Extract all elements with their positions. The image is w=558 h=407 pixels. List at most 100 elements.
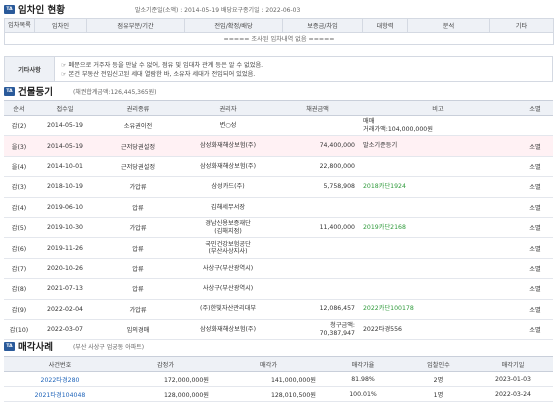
bldg-kind: 임의경매 <box>96 319 180 341</box>
bldg-kind: 압류 <box>96 278 180 300</box>
bldg-kind: 압류 <box>96 237 180 259</box>
bldg-amount: 5,758,908 <box>276 176 359 198</box>
auc-col-price: 매각가 <box>215 356 322 372</box>
tenant-col-etc: 기타 <box>489 18 554 33</box>
table-row: 갑(6) 2019-11-26 압류 국민건강보험공단 (부산사상지사) 소멸 <box>4 237 553 259</box>
auc-col-appraisal: 감정가 <box>116 356 215 372</box>
bldg-kind: 근저당권설정 <box>96 156 180 178</box>
bldg-kind: 압류 <box>96 258 180 280</box>
table-row: 갑(5) 2019-10-30 가압류 경남신용보증재단 (김해지점) 11,400,00… <box>4 217 553 239</box>
auc-rate: 100.01% <box>322 386 404 402</box>
auc-col-case: 사건번호 <box>4 356 116 372</box>
bldg-date: 2014-05-19 <box>34 115 96 137</box>
bldg-kind: 근저당권설정 <box>96 135 180 157</box>
bldg-col-amount: 채권금액 <box>276 100 359 116</box>
tenant-col-analysis: 분석 <box>407 18 490 33</box>
bldg-amount: 22,800,000 <box>276 156 359 178</box>
ta-logo-icon: TA <box>4 341 15 351</box>
bldg-amount: 11,400,000 <box>276 217 359 239</box>
bldg-ext: 소멸 <box>517 197 553 218</box>
bldg-note: 2022타경556 <box>359 319 517 341</box>
building-title: 건물등기 <box>18 87 53 98</box>
bldg-note: 매매 거래가액:104,000,000원 <box>359 115 517 137</box>
building-section-title: TA 건물등기 (채권합계금액:126,445,365원) <box>4 84 156 98</box>
bldg-date: 2022-03-07 <box>34 319 96 341</box>
bldg-amount: 74,400,000 <box>276 135 359 157</box>
table-row: 2022타경280 172,000,000원 141,000,000원 81.98% 2… <box>4 371 553 387</box>
table-row: 2021타경104048 128,000,000원 128,010,500원 100.… <box>4 386 553 402</box>
bldg-amount <box>276 197 359 218</box>
tenant-table: 임차목록 임차인 점유부분/기간 전입/확정/배당 보증금/차임 대항력 분석 … <box>4 18 554 45</box>
bldg-ext: 소멸 <box>517 217 553 239</box>
bldg-seq: 갑(7) <box>4 258 34 280</box>
table-row: 을(4) 2014-10-01 근저당권설정 삼성화재해상보험(주) 22,800,00… <box>4 156 553 178</box>
bldg-note[interactable]: 2019카단2168 <box>359 217 517 239</box>
tenant-section-title: TA 임차인 현황 말소기준일(소액) : 2014-05-19 배당요구종기일… <box>4 2 300 16</box>
bldg-holder: 사상구(부산광역시) <box>180 278 276 300</box>
tenant-dates: 말소기준일(소액) : 2014-05-19 배당요구종기일 : 2022-06… <box>135 6 301 14</box>
bldg-ext: 소멸 <box>517 299 553 320</box>
auction-table: 사건번호 감정가 매각가 매각가율 입찰인수 매각기일 2022타경280 172… <box>4 356 553 402</box>
bldg-ext: 소멸 <box>517 176 553 198</box>
auction-title: 매각사례 <box>18 342 53 353</box>
tenant-col-move-in: 전입/확정/배당 <box>184 18 283 33</box>
table-row: 갑(7) 2020-10-26 압류 사상구(부산광역시) 소멸 <box>4 258 553 280</box>
bldg-date: 2020-10-26 <box>34 258 96 280</box>
bldg-holder: (주)한빛자산관리대부 <box>180 299 276 320</box>
tenant-title: 임차인 현황 <box>18 5 66 16</box>
bldg-col-note: 비고 <box>359 100 517 116</box>
bldg-seq: 갑(10) <box>4 319 34 341</box>
auc-col-rate: 매각가율 <box>322 356 404 372</box>
auc-bidders: 2명 <box>404 371 473 387</box>
auction-subtitle: (부산 사상구 엄궁동 아파트) <box>72 343 145 351</box>
bldg-amount <box>276 258 359 280</box>
auc-appraisal: 128,000,000원 <box>116 386 215 402</box>
bldg-kind: 소유권이전 <box>96 115 180 137</box>
auc-appraisal: 172,000,000원 <box>116 371 215 387</box>
bldg-seq: 을(3) <box>4 135 34 157</box>
auc-case-link[interactable]: 2022타경280 <box>4 371 116 387</box>
bldg-holder: 김해세무서장 <box>180 197 276 218</box>
bldg-ext: 소멸 <box>517 258 553 280</box>
bldg-seq: 갑(4) <box>4 197 34 218</box>
bldg-note <box>359 258 517 280</box>
auc-case-link[interactable]: 2021타경104048 <box>4 386 116 402</box>
table-row: 갑(4) 2019-06-10 압류 김해세무서장 소멸 <box>4 197 553 218</box>
tenant-col-name: 임차인 <box>34 18 87 33</box>
building-summary: (채권합계금액:126,445,365원) <box>72 88 157 96</box>
bldg-date: 2014-10-01 <box>34 156 96 178</box>
bldg-seq: 을(4) <box>4 156 34 178</box>
tenant-empty-note: ===== 조사된 임차내역 없음 ===== <box>4 32 554 45</box>
bldg-holder: 삼성화재해상보험(주) <box>180 156 276 178</box>
bldg-date: 2019-10-30 <box>34 217 96 239</box>
bldg-seq: 갑(6) <box>4 237 34 259</box>
bldg-note <box>359 197 517 218</box>
bldg-note <box>359 156 517 178</box>
bldg-amount <box>276 115 359 137</box>
bldg-seq: 갑(2) <box>4 115 34 137</box>
bldg-kind: 압류 <box>96 197 180 218</box>
bldg-note[interactable]: 2018카단1924 <box>359 176 517 198</box>
bldg-seq: 갑(9) <box>4 299 34 320</box>
bldg-note <box>359 237 517 259</box>
bldg-holder: 삼성화재해상보험(주) <box>180 319 276 341</box>
building-header-row: 순서 접수일 권리종류 권리자 채권금액 비고 소멸 <box>4 100 553 116</box>
tenant-header-row: 임차목록 임차인 점유부분/기간 전입/확정/배당 보증금/차임 대항력 분석 … <box>4 18 554 33</box>
auc-price: 128,010,500원 <box>215 386 322 402</box>
tenant-col-list: 임차목록 <box>4 18 35 33</box>
auc-date: 2022-03-24 <box>473 386 553 402</box>
bldg-holder: 사상구(부산광역시) <box>180 258 276 280</box>
bldg-ext: 소멸 <box>517 237 553 259</box>
bldg-ext: 소멸 <box>517 278 553 300</box>
bldg-col-holder: 권리자 <box>180 100 276 116</box>
misc-line: ☞ 폐문으로 거주자 등을 만날 수 없어, 점유 및 임대차 관계 등은 알 … <box>61 62 264 69</box>
bldg-ext: 소멸 <box>517 319 553 341</box>
misc-box: 기타사항 ☞ 폐문으로 거주자 등을 만날 수 없어, 점유 및 임대차 관계 … <box>4 56 553 82</box>
bldg-note: 말소기준등기 <box>359 135 517 157</box>
auc-bidders: 1명 <box>404 386 473 402</box>
tenant-col-period: 점유부분/기간 <box>86 18 185 33</box>
bldg-col-date: 접수일 <box>34 100 96 116</box>
bldg-amount: 12,086,457 <box>276 299 359 320</box>
bldg-col-seq: 순서 <box>4 100 34 116</box>
bldg-note[interactable]: 2022카단100178 <box>359 299 517 320</box>
